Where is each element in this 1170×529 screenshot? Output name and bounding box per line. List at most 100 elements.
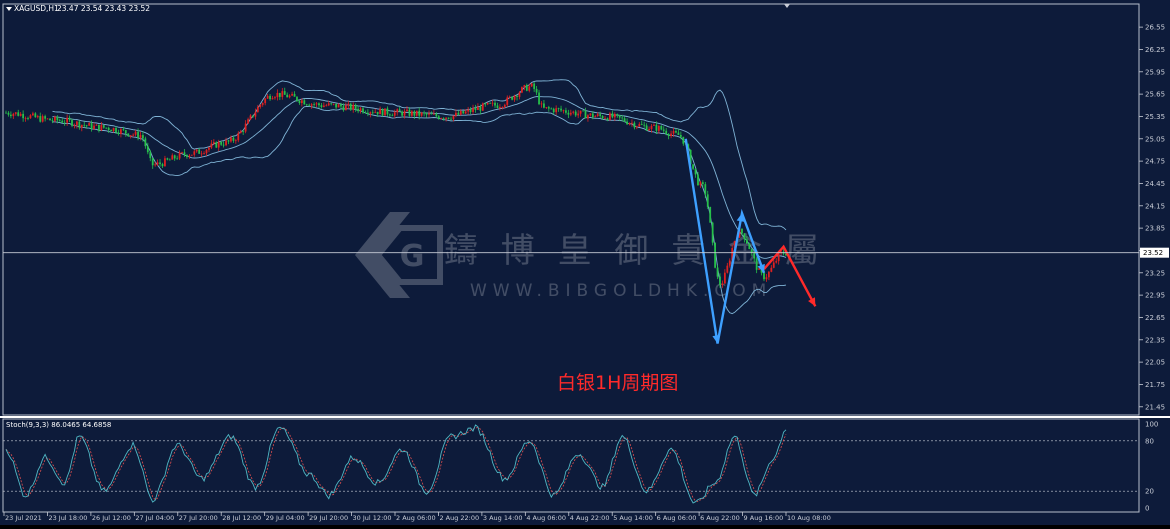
candle-body <box>445 117 448 119</box>
candle-body <box>442 118 445 120</box>
candle-body <box>596 114 599 117</box>
candle-body <box>704 184 707 195</box>
candle-body <box>146 146 149 153</box>
candle-body <box>112 128 115 132</box>
candle-body <box>423 112 426 114</box>
candle-body <box>635 126 638 128</box>
candle-body <box>46 118 49 120</box>
candle-body <box>320 105 323 108</box>
candle-body <box>17 112 20 116</box>
candle-body <box>623 118 626 122</box>
stoch-tick-label: 20 <box>1145 488 1154 496</box>
candle-body <box>259 104 262 107</box>
candle-body <box>430 113 433 115</box>
candle-body <box>14 112 17 114</box>
candle-body <box>530 83 533 87</box>
candle-body <box>711 222 714 243</box>
time-tick-label: 3 Aug 14:00 <box>483 514 523 522</box>
candle-body <box>403 111 406 116</box>
candle-body <box>413 111 416 116</box>
candle-body <box>120 129 122 134</box>
candle-body <box>721 283 724 286</box>
candle-body <box>315 103 318 105</box>
candle-body <box>613 113 616 118</box>
candle-body <box>464 111 467 114</box>
candle-body <box>589 113 592 116</box>
candle-body <box>244 123 247 132</box>
candle-body <box>469 109 472 112</box>
candle-body <box>261 103 264 105</box>
candle-body <box>168 159 171 161</box>
candle-body <box>574 111 577 116</box>
candle-body <box>164 158 166 167</box>
price-tick-label: 22.35 <box>1145 336 1165 344</box>
candle-body <box>34 113 37 118</box>
candle-body <box>166 158 169 160</box>
time-tick-label: 6 Aug 06:00 <box>657 514 697 522</box>
candle-body <box>408 109 411 116</box>
candle-body <box>743 233 746 240</box>
candle-body <box>5 112 7 114</box>
candle-body <box>98 124 100 131</box>
candle-body <box>723 272 726 284</box>
candle-body <box>657 125 660 131</box>
candle-body <box>533 83 536 89</box>
candle-body <box>227 140 230 142</box>
candle-body <box>481 103 484 111</box>
candle-body <box>107 127 110 130</box>
candle-body <box>506 97 509 105</box>
candle-body <box>357 108 360 112</box>
candle-body <box>474 108 477 110</box>
candle-body <box>662 129 665 131</box>
candle-body <box>716 267 719 277</box>
candle-body <box>54 116 56 121</box>
candle-body <box>538 92 540 105</box>
symbol-dropdown-icon[interactable] <box>6 7 12 11</box>
candle-body <box>425 113 428 115</box>
candle-body <box>22 113 25 119</box>
price-tick-label: 25.05 <box>1145 135 1165 143</box>
time-tick-label: 4 Aug 06:00 <box>526 514 566 522</box>
candle-body <box>132 134 135 136</box>
candle-body <box>80 124 83 128</box>
candle-body <box>535 88 538 93</box>
candle-body <box>12 113 15 117</box>
candle-body <box>459 110 462 115</box>
candle-body <box>650 125 653 130</box>
candle-body <box>310 104 313 106</box>
candle-body <box>599 114 602 116</box>
candle-body <box>127 133 130 137</box>
candle-body <box>379 108 382 115</box>
candle-body <box>452 115 455 120</box>
candle-body <box>655 124 658 131</box>
candle-body <box>406 109 408 112</box>
candle-body <box>344 105 347 111</box>
price-tick-label: 24.15 <box>1145 202 1165 210</box>
candle-body <box>628 123 631 125</box>
candle-body <box>210 143 213 148</box>
candle-body <box>95 124 98 126</box>
candle-body <box>701 182 704 185</box>
candle-body <box>772 262 775 268</box>
candle-body <box>269 95 271 100</box>
candle-body <box>645 125 648 131</box>
candle-body <box>44 116 47 119</box>
candle-body <box>484 103 487 105</box>
candle-body <box>256 106 259 113</box>
candle-body <box>129 135 132 137</box>
candle-body <box>543 103 545 108</box>
candle-body <box>203 153 205 155</box>
candle-body <box>242 131 245 133</box>
candle-body <box>440 118 443 120</box>
candle-body <box>139 135 142 138</box>
chart-svg[interactable]: G 鑄 博 皇 御 貴 金 屬 WWW.BIBGOLDHK.COM XAGUSD… <box>0 0 1170 525</box>
time-tick-label: 5 Aug 14:00 <box>613 514 653 522</box>
candle-body <box>499 107 501 109</box>
candle-body <box>117 132 120 134</box>
chart-shift-marker-icon[interactable] <box>784 4 790 8</box>
candle-body <box>90 123 93 130</box>
candle-body <box>489 102 492 104</box>
candle-body <box>567 112 570 115</box>
candle-body <box>36 116 39 118</box>
candle-body <box>366 112 369 114</box>
